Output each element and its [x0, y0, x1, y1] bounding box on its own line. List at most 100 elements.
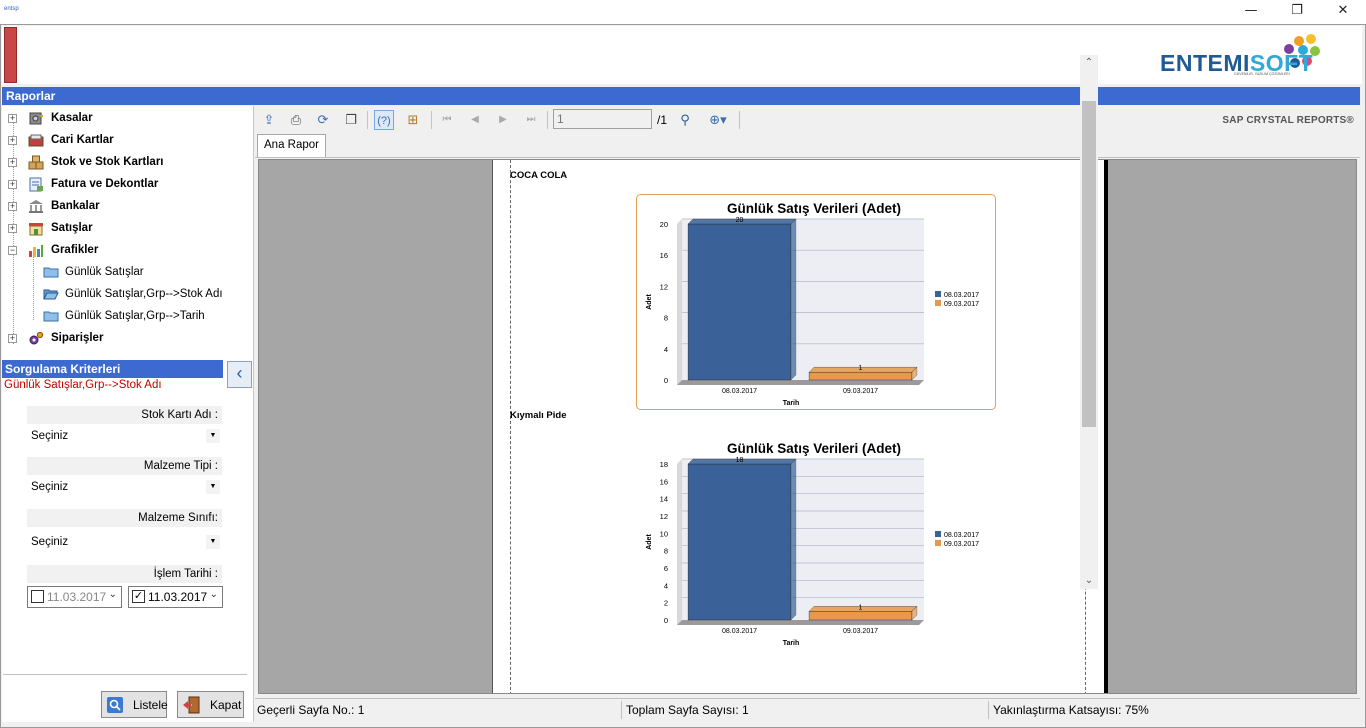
- end-date-checkbox[interactable]: ✓: [132, 590, 145, 603]
- x-tick-label: 08.03.2017: [722, 388, 757, 395]
- export-icon[interactable]: ⇪: [259, 110, 279, 130]
- tab-ana-rapor[interactable]: Ana Rapor: [257, 134, 326, 157]
- minimize-button[interactable]: —: [1228, 0, 1274, 22]
- data-label: 18: [736, 457, 744, 464]
- tree-label: Grafikler: [51, 244, 99, 256]
- chevron-down-icon[interactable]: ⌄: [210, 589, 218, 600]
- last-page-icon[interactable]: ⏭: [521, 110, 541, 130]
- start-date-checkbox[interactable]: [31, 590, 44, 603]
- status-bar: Geçerli Sayfa No.: 1 Toplam Sayfa Sayısı…: [255, 698, 1360, 720]
- refresh-icon[interactable]: ⟳: [313, 110, 333, 130]
- vertical-scrollbar[interactable]: ⌃ ⌄: [1080, 55, 1098, 589]
- tree-item-satislar[interactable]: + Satışlar: [8, 218, 248, 238]
- select-value: Seçiniz: [31, 481, 69, 493]
- viewer-toolbar: ⇪ ⎙ ⟳ ❐ (?) ⊞ ⏮ ◀ ▶ ⏭ 1 /1 ⚲ ⊕▾ SAP CRYS…: [255, 106, 1360, 134]
- tree-item-bankalar[interactable]: + Bankalar: [8, 196, 248, 216]
- tree-item-grafikler[interactable]: − Grafikler: [8, 240, 248, 260]
- expand-icon[interactable]: +: [8, 224, 17, 233]
- chart-icon: [29, 245, 43, 257]
- y-tick-label: 0: [664, 376, 668, 385]
- y-axis-title: Adet: [646, 534, 653, 550]
- page-number-input[interactable]: 1: [553, 109, 652, 129]
- start-date-picker[interactable]: 11.03.2017 ⌄: [27, 586, 122, 608]
- find-binoculars-icon[interactable]: ⚲: [675, 110, 695, 130]
- report-viewer: ⇪ ⎙ ⟳ ❐ (?) ⊞ ⏮ ◀ ▶ ⏭ 1 /1 ⚲ ⊕▾ SAP CRYS…: [255, 106, 1360, 722]
- tree-item-siparisler[interactable]: + Siparişler: [8, 328, 248, 348]
- tree-item-cari-kartlar[interactable]: + Cari Kartlar: [8, 130, 248, 150]
- expand-icon[interactable]: +: [8, 202, 17, 211]
- chevron-down-icon[interactable]: ⌄: [109, 589, 117, 600]
- chevron-down-icon[interactable]: ▼: [206, 535, 220, 549]
- tree-label: Bankalar: [51, 200, 100, 212]
- tree-item-stok-kartlari[interactable]: + Stok ve Stok Kartları: [8, 152, 248, 172]
- prev-page-icon[interactable]: ◀: [465, 110, 485, 130]
- legend-label: 09.03.2017: [944, 541, 979, 548]
- tree-item-gunluk-satislar[interactable]: Günlük Satışlar: [43, 262, 243, 282]
- y-tick-label: 2: [664, 599, 668, 608]
- tree-label: Günlük Satışlar,Grp-->Tarih: [65, 310, 205, 322]
- header-accent-bar: [4, 27, 17, 83]
- chart-1[interactable]: Günlük Satış Verileri (Adet) 0 4 8 12 16 20 20 0…: [636, 194, 996, 410]
- exit-door-icon: [183, 696, 200, 714]
- collapse-icon[interactable]: −: [8, 246, 17, 255]
- expand-icon[interactable]: +: [8, 114, 17, 123]
- tree-label: Günlük Satışlar,Grp-->Stok Adı: [65, 288, 223, 300]
- chevron-down-icon[interactable]: ▼: [206, 480, 220, 494]
- criteria-header: Sorgulama Kriterleri: [2, 360, 223, 378]
- tree-item-gunluk-satislar-tarih[interactable]: Günlük Satışlar,Grp-->Tarih: [43, 306, 243, 326]
- zoom-icon[interactable]: ⊕▾: [703, 110, 733, 130]
- chart-2[interactable]: Günlük Satış Verileri (Adet) 0 2 4 6 8 10 12 14 1…: [636, 434, 996, 650]
- expand-icon[interactable]: +: [8, 334, 17, 343]
- logo-tagline: GÜVENİLİR, YAZILIM ÇÖZÜMLERİ: [1234, 72, 1290, 76]
- scroll-down-icon[interactable]: ⌄: [1080, 573, 1098, 589]
- tree-label: Cari Kartlar: [51, 134, 114, 146]
- store-icon: [29, 223, 43, 236]
- x-tick-label: 08.03.2017: [722, 628, 757, 635]
- bar-side: [790, 218, 797, 381]
- legend-swatch: [935, 531, 941, 537]
- folder-open-icon: [43, 289, 59, 300]
- scroll-thumb[interactable]: [1082, 101, 1096, 427]
- collapse-panel-button[interactable]: ‹: [227, 361, 252, 388]
- report-page: COCA COLA Kıymalı Pide Günlük Satış Veri…: [492, 160, 1104, 693]
- print-icon[interactable]: ⎙: [286, 110, 306, 130]
- expand-icon[interactable]: +: [8, 158, 17, 167]
- sap-crystal-brand: SAP CRYSTAL REPORTS®: [1222, 115, 1354, 126]
- y-tick-label: 12: [660, 282, 668, 291]
- malzeme-tipi-select[interactable]: Seçiniz ▼: [27, 477, 222, 497]
- company-logo: ENTEMISOFT GÜVENİLİR, YAZILIM ÇÖZÜMLERİ: [1160, 32, 1340, 78]
- close-window-button[interactable]: ✕: [1320, 0, 1366, 22]
- malzeme-sinifi-select[interactable]: Seçiniz ▼: [27, 532, 222, 552]
- tree-item-gunluk-satislar-stok[interactable]: Günlük Satışlar,Grp-->Stok Adı: [43, 284, 243, 304]
- first-page-icon[interactable]: ⏮: [437, 110, 457, 130]
- help-icon[interactable]: (?): [374, 110, 394, 130]
- tree-label: Siparişler: [51, 332, 104, 344]
- report-tabs: Ana Rapor: [255, 134, 1360, 158]
- stok-karti-select[interactable]: Seçiniz ▼: [27, 426, 222, 446]
- page-edge: [1104, 160, 1108, 693]
- y-tick-label: 8: [664, 314, 668, 323]
- x-tick-label: 09.03.2017: [843, 628, 878, 635]
- expand-icon[interactable]: +: [8, 180, 17, 189]
- tree-label: Kasalar: [51, 112, 93, 124]
- y-tick-label: 0: [664, 616, 668, 625]
- end-date-picker[interactable]: ✓ 11.03.2017 ⌄: [128, 586, 223, 608]
- scroll-up-icon[interactable]: ⌃: [1080, 55, 1098, 71]
- group-tree-icon[interactable]: ⊞: [403, 110, 423, 130]
- list-button[interactable]: Listele: [101, 691, 168, 718]
- list-button-label: Listele: [133, 698, 168, 712]
- tree-label: Stok ve Stok Kartları: [51, 156, 164, 168]
- maximize-button[interactable]: ❐: [1274, 0, 1320, 22]
- tree-item-fatura[interactable]: + Fatura ve Dekontlar: [8, 174, 248, 194]
- close-button[interactable]: Kapat: [177, 691, 244, 718]
- x-axis-title: Tarih: [783, 400, 800, 407]
- chevron-down-icon[interactable]: ▼: [206, 429, 220, 443]
- gears-icon: [29, 331, 44, 345]
- tree-item-kasalar[interactable]: + Kasalar: [8, 108, 248, 128]
- next-page-icon[interactable]: ▶: [493, 110, 513, 130]
- plot-side-wall: [677, 459, 682, 625]
- selected-report-label: Günlük Satışlar,Grp-->Stok Adı: [4, 379, 162, 391]
- expand-icon[interactable]: +: [8, 136, 17, 145]
- data-label: 20: [736, 217, 744, 224]
- copy-icon[interactable]: ❐: [341, 110, 361, 130]
